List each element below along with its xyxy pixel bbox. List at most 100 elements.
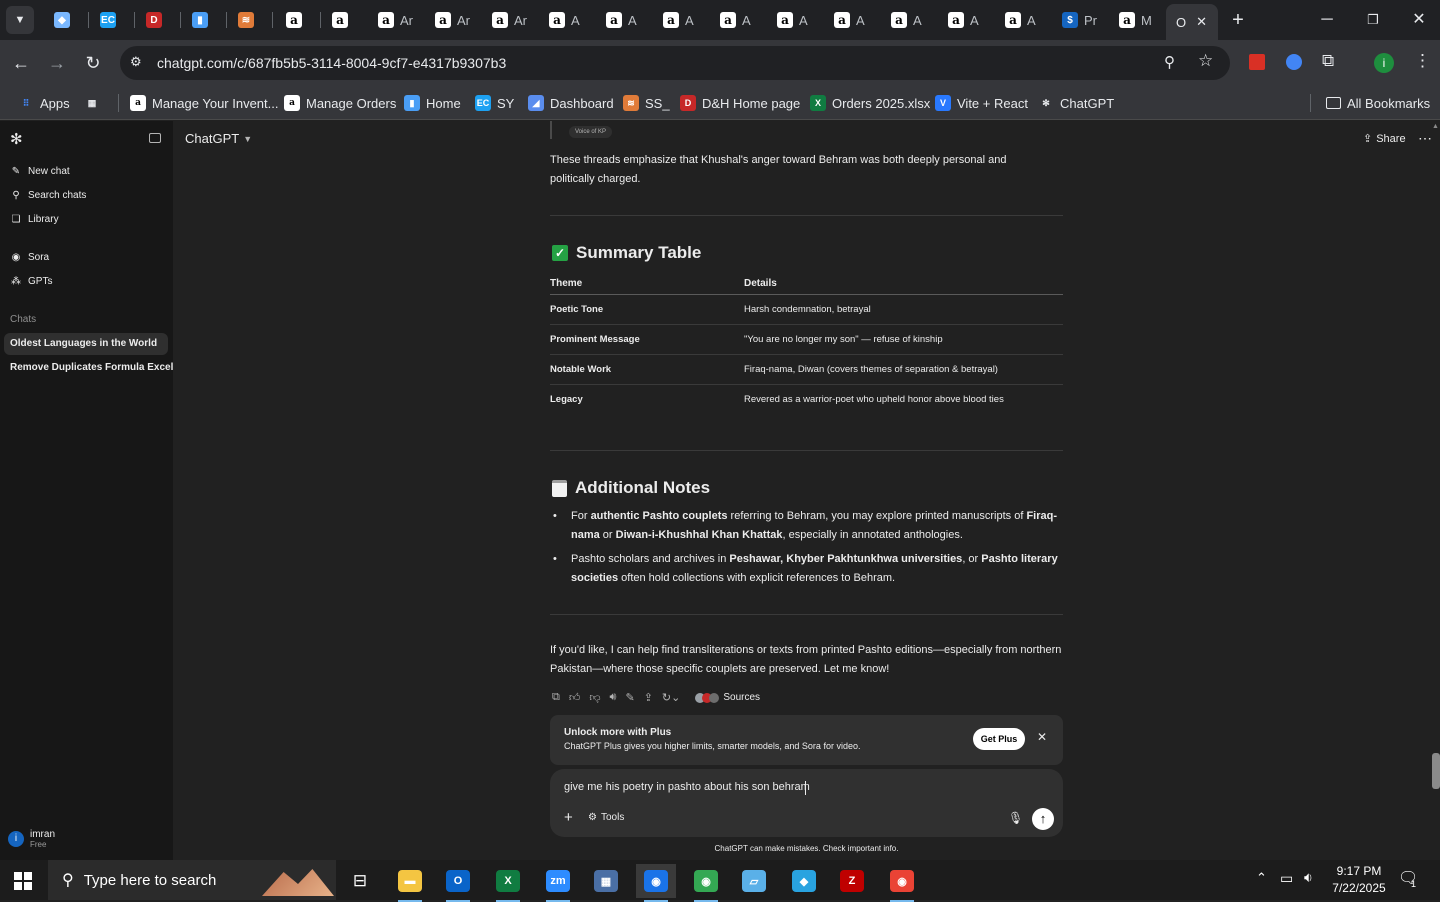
chat-history-item[interactable]: Oldest Languages in the World [10,338,157,349]
close-sidebar-icon[interactable] [149,133,161,143]
browser-tab[interactable]: aM [1111,4,1152,36]
user-profile[interactable]: i imran Free [8,829,55,849]
back-icon[interactable]: ← [8,50,34,76]
volume-icon[interactable]: 🔉︎ [1304,869,1313,886]
minimize-icon[interactable]: ─ [1312,8,1342,32]
site-info-icon[interactable]: ⚙ [130,54,142,70]
extensions-icon[interactable]: ⧉ [1322,51,1334,71]
all-bookmarks[interactable]: All Bookmarks [1326,93,1430,113]
scroll-up-icon[interactable]: ▲ [1432,123,1439,130]
taskbar-app[interactable]: X [488,864,528,902]
close-tab-icon[interactable]: ✕ [1196,14,1207,30]
browser-tab[interactable]: a [278,4,308,36]
pdf-extension-icon[interactable] [1249,54,1265,70]
bookmark-item[interactable]: EC SY [475,93,514,113]
browser-tab[interactable]: aA [598,4,637,36]
bookmark-item[interactable]: a Manage Your Invent... [130,93,278,113]
browser-tab[interactable]: aA [997,4,1036,36]
taskbar-app[interactable]: ◉ [686,864,726,902]
tab-search-button[interactable]: ▼ [6,6,34,34]
sidebar-item[interactable]: ⁂ GPTs [10,276,52,287]
browser-tab[interactable]: aA [769,4,808,36]
browser-tab[interactable]: aA [541,4,580,36]
taskbar-app[interactable]: ◉ [636,864,676,902]
read-aloud-icon[interactable]: 🔊︎ [610,691,617,704]
browser-tab[interactable]: D [138,4,168,36]
url-text[interactable]: chatgpt.com/c/687fb5b5-3114-8004-9cf7-e4… [157,55,506,71]
dismiss-upsell-icon[interactable]: ✕ [1037,730,1047,744]
sidebar-item[interactable]: ✎ New chat [10,166,70,177]
browser-tab[interactable]: a Ar [427,4,470,36]
notifications-button[interactable]: 🗨︎ 1 [1398,868,1422,892]
sidebar-item[interactable]: ⚲ Search chats [10,190,86,201]
edit-icon[interactable]: ✎ [625,691,634,704]
send-button[interactable]: ↑ [1032,808,1054,830]
bookmark-item[interactable]: D D&H Home page [680,93,800,113]
browser-tab[interactable]: ◆ [46,4,76,36]
extension-puzzle-blue-icon[interactable] [1286,54,1302,70]
browser-tab[interactable]: aA [655,4,694,36]
taskbar-search[interactable]: ⚲ Type here to search [48,860,336,900]
taskbar-app[interactable]: ▬ [390,864,430,902]
browser-tab[interactable]: a Ar [370,4,413,36]
start-button[interactable] [14,872,32,890]
sources-button[interactable]: Sources [695,692,760,703]
browser-tab[interactable]: aA [826,4,865,36]
address-bar[interactable]: ⚙ chatgpt.com/c/687fb5b5-3114-8004-9cf7-… [120,46,1230,80]
browser-menu-icon[interactable]: ⋮ [1414,51,1431,71]
show-hidden-icons[interactable]: ⌃ [1256,870,1267,886]
network-icon[interactable]: ▭ [1280,870,1293,887]
new-tab-button[interactable]: + [1226,6,1250,34]
taskbar-app[interactable]: zm [538,864,578,902]
get-plus-button[interactable]: Get Plus [973,728,1025,750]
openai-logo-icon[interactable]: ✻ [10,130,23,148]
tab-active[interactable]: O ✕ [1166,4,1218,40]
bookmark-star-icon[interactable]: ☆ [1198,51,1213,71]
reload-icon[interactable]: ↻ [80,50,106,76]
model-selector[interactable]: ChatGPT ▼ [185,131,252,146]
bookmark-item[interactable]: ≋ SS_ [623,93,670,113]
tools-button[interactable]: ⚙ Tools [588,812,624,823]
bookmark-item[interactable]: ◢ Dashboard [528,93,614,113]
share-button[interactable]: ⇪ Share [1363,132,1406,146]
browser-tab[interactable]: EC [92,4,122,36]
browser-tab[interactable]: aA [883,4,922,36]
microphone-icon[interactable]: 🎙︎ [1008,811,1023,825]
restore-icon[interactable]: ❐ [1358,8,1388,32]
browser-tab[interactable]: ≋ [230,4,260,36]
taskbar-app[interactable]: O [438,864,478,902]
browser-tab[interactable]: ▮ [184,4,214,36]
taskbar-app[interactable]: Z [832,864,872,898]
scrollbar-thumb[interactable] [1432,753,1440,789]
sidebar-item[interactable]: ❏ Library [10,214,59,225]
bookmark-item[interactable]: ⠿ Apps [18,93,70,113]
bookmark-item[interactable]: V Vite + React [935,93,1028,113]
browser-tab[interactable]: aA [940,4,979,36]
thumbs-up-icon[interactable]: 👍︎ [569,691,581,704]
thumbs-down-icon[interactable]: 👎︎ [589,691,600,704]
bookmark-item[interactable]: a Manage Orders [284,93,396,113]
bookmark-item[interactable]: X Orders 2025.xlsx [810,93,930,113]
taskbar-app[interactable]: ◉ [882,864,922,902]
chat-history-item[interactable]: Remove Duplicates Formula Excel [10,362,173,373]
sidebar-item[interactable]: ◉ Sora [10,252,50,263]
bookmark-item[interactable]: ▦ [84,93,106,113]
browser-tab[interactable]: a [324,4,354,36]
more-options-icon[interactable]: ⋯ [1418,130,1432,147]
forward-icon[interactable]: → [44,50,70,76]
share-message-icon[interactable]: ⇪ [644,691,653,704]
source-chip[interactable]: Voice of KP [569,126,613,138]
prompt-input[interactable]: give me his poetry in pashto about his s… [564,781,810,793]
browser-tab[interactable]: aA [712,4,751,36]
close-window-icon[interactable]: ✕ [1404,8,1434,32]
browser-tab[interactable]: $ Pr [1054,4,1097,36]
bookmark-item[interactable]: ✻ ChatGPT [1038,93,1114,113]
browser-tab[interactable]: a Ar [484,4,527,36]
task-view-icon[interactable]: ⊟ [340,864,380,898]
profile-avatar[interactable]: i [1374,53,1394,73]
taskbar-app[interactable]: ◆ [784,864,824,898]
add-attachment-icon[interactable]: + [564,809,573,826]
regenerate-icon[interactable]: ↻⌄ [662,691,680,704]
zoom-icon[interactable]: ⚲ [1164,53,1175,71]
taskbar-app[interactable]: ▦ [586,864,626,898]
